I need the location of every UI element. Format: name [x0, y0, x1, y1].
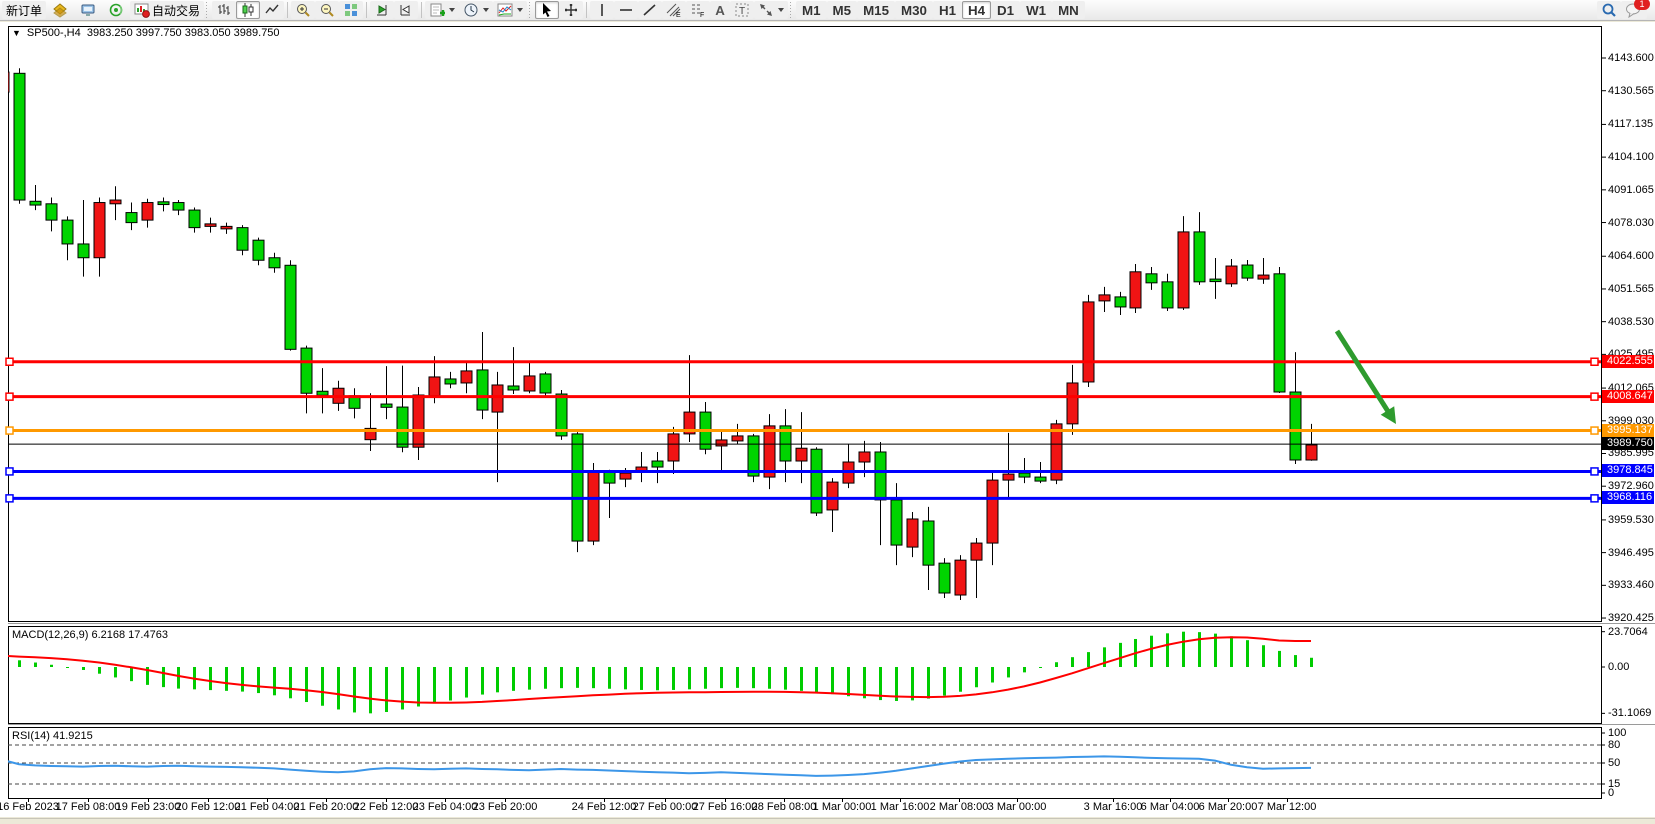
bar-chart-button[interactable]	[212, 1, 236, 19]
text-label-button[interactable]: T	[730, 1, 754, 19]
timeframe-button-m30[interactable]: M30	[895, 1, 933, 19]
hline-handle[interactable]	[6, 358, 13, 365]
svg-text:T: T	[739, 6, 745, 17]
timeframe-button-m15[interactable]: M15	[857, 1, 895, 19]
signals-icon[interactable]	[102, 0, 130, 20]
timeframe-bar: M1M5M15M30H1H4D1W1MN	[796, 1, 1085, 19]
new-chart-button[interactable]	[425, 1, 459, 19]
timeframe-button-m5[interactable]: M5	[827, 1, 858, 19]
crosshair-button[interactable]	[559, 1, 583, 19]
autotrading-icon	[134, 2, 150, 18]
svg-text:F: F	[700, 12, 704, 18]
channel-letter: E	[676, 12, 681, 18]
vertical-line-button[interactable]	[590, 1, 614, 19]
equidistant-channel-button[interactable]: E	[662, 1, 686, 19]
horizontal-line-button[interactable]	[614, 1, 638, 19]
hline-handle[interactable]	[1591, 495, 1598, 502]
timeframe-button-mn[interactable]: MN	[1052, 1, 1085, 19]
trend-arrow[interactable]	[1337, 331, 1391, 416]
chevron-down-icon	[449, 8, 455, 12]
cursor-button[interactable]	[535, 1, 559, 19]
chart-window[interactable]: ▼SP500-,H4 3983.250 3997.750 3983.050 39…	[0, 22, 1655, 817]
market-watch-icon[interactable]	[46, 0, 74, 20]
timeframe-button-d1[interactable]: D1	[991, 1, 1020, 19]
hline-handle[interactable]	[1591, 468, 1598, 475]
trendline-button[interactable]	[638, 1, 662, 19]
timeframe-button-w1[interactable]: W1	[1020, 1, 1052, 19]
autotrading-button[interactable]: 自动交易	[130, 1, 204, 19]
chevron-down-icon	[483, 8, 489, 12]
mt4-window: 新订单 自动交易	[0, 0, 1655, 824]
hline-handle[interactable]	[1591, 358, 1598, 365]
chevron-down-icon	[517, 8, 523, 12]
indicators-button[interactable]	[493, 1, 527, 19]
zoom-out-button[interactable]	[315, 1, 339, 19]
chevron-down-icon	[778, 8, 784, 12]
zoom-in-button[interactable]	[291, 1, 315, 19]
notifications-button[interactable]: 1	[1621, 1, 1647, 19]
notification-badge: 1	[1634, 0, 1650, 10]
line-chart-button[interactable]	[260, 1, 284, 19]
status-strip	[0, 818, 1655, 824]
period-clock-button[interactable]	[459, 1, 493, 19]
navigator-icon[interactable]	[74, 0, 102, 20]
hline-handle[interactable]	[6, 393, 13, 400]
candlestick-chart-button[interactable]	[236, 1, 260, 19]
search-button[interactable]	[1597, 1, 1621, 19]
chart-shift-button[interactable]	[394, 1, 418, 19]
new-order-button[interactable]: 新订单	[2, 1, 46, 19]
hline-handle[interactable]	[6, 468, 13, 475]
timeframe-button-h1[interactable]: H1	[933, 1, 962, 19]
text-button[interactable]: A	[710, 1, 730, 19]
fibonacci-button[interactable]: F	[686, 1, 710, 19]
market-watch-icon	[52, 2, 68, 18]
hline-handle[interactable]	[1591, 393, 1598, 400]
hline-handle[interactable]	[1591, 427, 1598, 434]
chart-canvas[interactable]	[0, 22, 1655, 817]
autotrading-label: 自动交易	[152, 2, 200, 19]
timeframe-button-h4[interactable]: H4	[962, 1, 991, 19]
toolbar: 新订单 自动交易	[0, 0, 1655, 21]
hline-handle[interactable]	[6, 427, 13, 434]
tile-windows-button[interactable]	[339, 1, 363, 19]
hline-handle[interactable]	[6, 495, 13, 502]
auto-scroll-button[interactable]	[370, 1, 394, 19]
arrows-shapes-button[interactable]	[754, 1, 788, 19]
timeframe-button-m1[interactable]: M1	[796, 1, 827, 19]
